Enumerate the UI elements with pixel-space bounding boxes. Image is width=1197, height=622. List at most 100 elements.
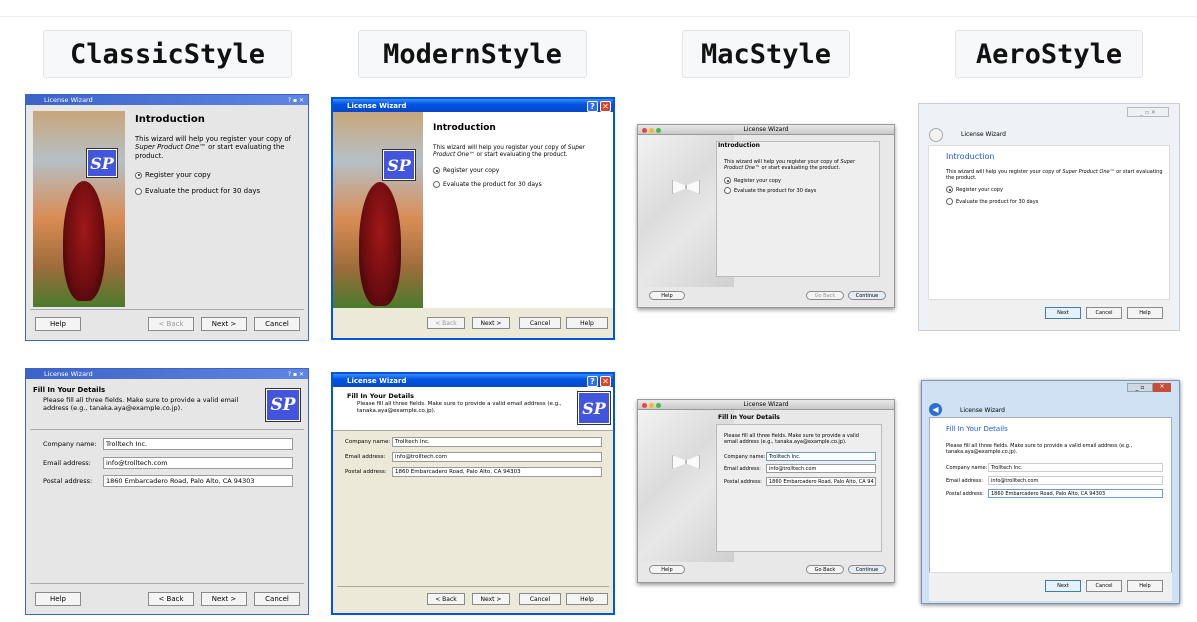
evaluate-radio[interactable]: Evaluate the product for 30 days (946, 198, 1038, 205)
next-button[interactable]: Next (1045, 307, 1081, 319)
email-label: Email address: (345, 454, 386, 460)
back-button[interactable]: < Back (148, 317, 194, 331)
help-button[interactable]: Help (35, 317, 81, 331)
page-title: Fill In Your Details (347, 392, 414, 400)
register-radio[interactable]: Register your copy (433, 167, 499, 174)
cancel-button[interactable]: Cancel (1086, 580, 1122, 592)
window-controls-icon[interactable]: ? ▪ ✕ (288, 371, 304, 378)
window-title: License Wizard (347, 376, 407, 385)
help-button[interactable]: Help (35, 592, 81, 606)
header-classic-style: ClassicStyle (43, 30, 292, 78)
email-label: Email address: (946, 478, 983, 484)
company-field[interactable]: Trolltech Inc. (103, 438, 293, 450)
modern-intro-window: License Wizard ? ✕ SP Introduction This … (331, 97, 615, 340)
page-title: Introduction (718, 142, 760, 149)
traffic-lights-icon[interactable] (642, 128, 661, 133)
radio-selected-icon (433, 167, 440, 174)
header-modern-style: ModernStyle (358, 30, 587, 78)
details-description: Please fill all three fields. Make sure … (946, 443, 1133, 456)
bowtie-icon (672, 455, 700, 467)
cancel-button[interactable]: Cancel (254, 317, 300, 331)
postal-label: Postal address: (345, 469, 387, 475)
close-icon[interactable]: ✕ (600, 376, 611, 387)
button-separator (30, 583, 304, 584)
help-icon[interactable]: ? (587, 376, 598, 387)
postal-label: Postal address: (946, 491, 984, 497)
window-title: License Wizard (44, 96, 93, 104)
email-field[interactable]: info@trolltech.com (988, 476, 1163, 485)
details-description: Please fill all three fields. Make sure … (357, 401, 562, 414)
postal-label: Postal address: (724, 479, 762, 485)
continue-button[interactable]: Continue (848, 565, 886, 574)
help-button[interactable]: Help (649, 565, 685, 574)
radio-icon (433, 181, 440, 188)
window-title: License Wizard (743, 401, 789, 408)
next-button[interactable]: Next > (201, 317, 247, 331)
next-button[interactable]: Next (1045, 580, 1081, 592)
page-title: Introduction (433, 123, 496, 133)
evaluate-radio[interactable]: Evaluate the product for 30 days (433, 181, 542, 188)
aero-controls[interactable]: _ ▫ ✕ (1127, 383, 1171, 392)
register-radio[interactable]: Register your copy (724, 177, 781, 184)
cancel-button[interactable]: Cancel (519, 317, 561, 329)
company-label: Company name: (946, 465, 988, 471)
header-separator (30, 429, 304, 430)
sp-logo: SP (578, 392, 610, 424)
help-button[interactable]: Help (1127, 580, 1163, 592)
help-icon[interactable]: ? (587, 101, 598, 112)
close-icon[interactable]: ✕ (1153, 383, 1171, 392)
company-field[interactable]: Trolltech Inc. (392, 437, 602, 447)
traffic-lights-icon[interactable] (642, 403, 661, 408)
window-controls-icon[interactable]: ? ▪ ✕ (288, 97, 304, 104)
next-button[interactable]: Next > (472, 317, 510, 329)
help-button[interactable]: Help (566, 317, 608, 329)
help-button[interactable]: Help (649, 291, 685, 300)
cancel-button[interactable]: Cancel (1086, 307, 1122, 319)
help-button[interactable]: Help (1127, 307, 1163, 319)
postal-field[interactable]: 1860 Embarcadero Road, Palo Alto, CA 94 (766, 477, 876, 486)
intro-text: This wizard will help you register your … (135, 135, 292, 160)
aero-controls[interactable]: _ ▫ ✕ (1127, 107, 1169, 117)
classic-titlebar: License Wizard ? ▪ ✕ (26, 95, 308, 105)
next-button[interactable]: Next > (201, 592, 247, 606)
modern-details-window: License Wizard ? ✕ Fill In Your Details … (331, 372, 615, 615)
back-button[interactable]: < Back (427, 317, 465, 329)
register-radio[interactable]: Register your copy (135, 171, 211, 179)
company-label: Company name: (345, 439, 391, 445)
aero-intro-window: _ ▫ ✕ License Wizard Introduction This w… (918, 103, 1180, 331)
cancel-button[interactable]: Cancel (254, 592, 300, 606)
sp-logo: SP (266, 389, 300, 421)
go-back-button[interactable]: Go Back (806, 291, 844, 300)
postal-field[interactable]: 1860 Embarcadero Road, Palo Alto, CA 943… (988, 489, 1163, 498)
email-field[interactable]: info@trolltech.com (766, 464, 876, 473)
go-back-button[interactable]: Go Back (806, 565, 844, 574)
cancel-button[interactable]: Cancel (519, 593, 561, 605)
back-arrow-icon[interactable]: ◀ (929, 403, 942, 416)
bowtie-icon (672, 180, 700, 192)
mac-titlebar: License Wizard (638, 400, 894, 410)
page-title: Fill In Your Details (718, 414, 780, 421)
email-field[interactable]: info@trolltech.com (103, 457, 293, 469)
email-field[interactable]: info@trolltech.com (392, 452, 602, 462)
evaluate-radio[interactable]: Evaluate the product for 30 days (135, 187, 260, 195)
radio-selected-icon (724, 177, 731, 184)
postal-field[interactable]: 1860 Embarcadero Road, Palo Alto, CA 943… (103, 475, 293, 487)
back-button[interactable]: < Back (148, 592, 194, 606)
radio-icon (946, 198, 953, 205)
intro-text: This wizard will help you register your … (433, 145, 585, 159)
email-label: Email address: (43, 459, 91, 467)
page-title: Fill In Your Details (33, 386, 106, 394)
postal-field[interactable]: 1860 Embarcadero Road, Palo Alto, CA 943… (392, 467, 602, 477)
back-button[interactable]: < Back (427, 593, 465, 605)
company-field[interactable]: Trolltech Inc. (766, 452, 876, 461)
email-label: Email address: (724, 466, 761, 472)
back-arrow-icon[interactable] (929, 128, 943, 142)
help-button[interactable]: Help (566, 593, 608, 605)
company-field[interactable]: Trolltech Inc. (988, 463, 1163, 472)
close-icon[interactable]: ✕ (600, 101, 611, 112)
evaluate-radio[interactable]: Evaluate the product for 30 days (724, 187, 816, 194)
continue-button[interactable]: Continue (848, 291, 886, 300)
next-button[interactable]: Next > (472, 593, 510, 605)
register-radio[interactable]: Register your copy (946, 186, 1003, 193)
xp-titlebar: License Wizard ? ✕ (333, 374, 613, 387)
